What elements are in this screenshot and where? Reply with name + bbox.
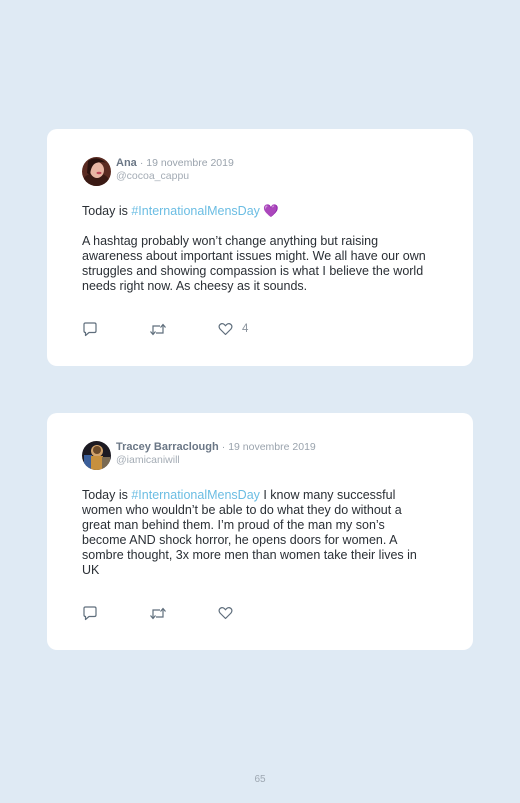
tweet-text: Today is #InternationalMensDay I know ma…	[82, 488, 432, 578]
author-name[interactable]: Ana	[116, 157, 137, 169]
avatar[interactable]	[82, 157, 111, 186]
retweet-icon	[150, 323, 166, 335]
tweet-text: Today is #InternationalMensDay 💜 A hasht…	[82, 204, 432, 294]
author-name[interactable]: Tracey Barraclough	[116, 441, 219, 453]
reply-icon	[83, 321, 97, 336]
tweet-card: Tracey Barraclough · 19 novembre 2019 @i…	[47, 413, 473, 650]
hashtag-link[interactable]: #InternationalMensDay	[131, 204, 260, 218]
like-count: 4	[242, 323, 249, 335]
hashtag-link[interactable]: #InternationalMensDay	[131, 488, 260, 502]
reply-button[interactable]	[82, 321, 98, 337]
retweet-button[interactable]	[149, 605, 167, 621]
tweet-text-prefix: Today is	[82, 488, 132, 502]
tweet-paragraph: A hashtag probably won’t change anything…	[82, 234, 426, 293]
tweet-meta: Tracey Barraclough · 19 novembre 2019 @i…	[116, 441, 316, 467]
reply-button[interactable]	[82, 605, 98, 621]
heart-icon	[218, 606, 233, 620]
heart-icon	[218, 322, 233, 336]
tweet-card: Ana · 19 novembre 2019 @cocoa_cappu Toda…	[47, 129, 473, 366]
tweet-text-prefix: Today is	[82, 204, 132, 218]
tweet-date: · 19 novembre 2019	[139, 157, 234, 169]
author-handle[interactable]: @iamicaniwill	[116, 454, 316, 467]
tweet-meta: Ana · 19 novembre 2019 @cocoa_cappu	[116, 157, 234, 183]
like-button[interactable]	[218, 605, 242, 621]
tweet-date: · 19 novembre 2019	[221, 441, 316, 453]
purple-heart-emoji: 💜	[259, 204, 279, 218]
like-button[interactable]: 4	[218, 321, 248, 337]
author-handle[interactable]: @cocoa_cappu	[116, 170, 234, 183]
retweet-icon	[150, 607, 166, 619]
page-number: 65	[254, 774, 266, 785]
avatar[interactable]	[82, 441, 111, 470]
reply-icon	[83, 605, 97, 620]
retweet-button[interactable]	[149, 321, 167, 337]
